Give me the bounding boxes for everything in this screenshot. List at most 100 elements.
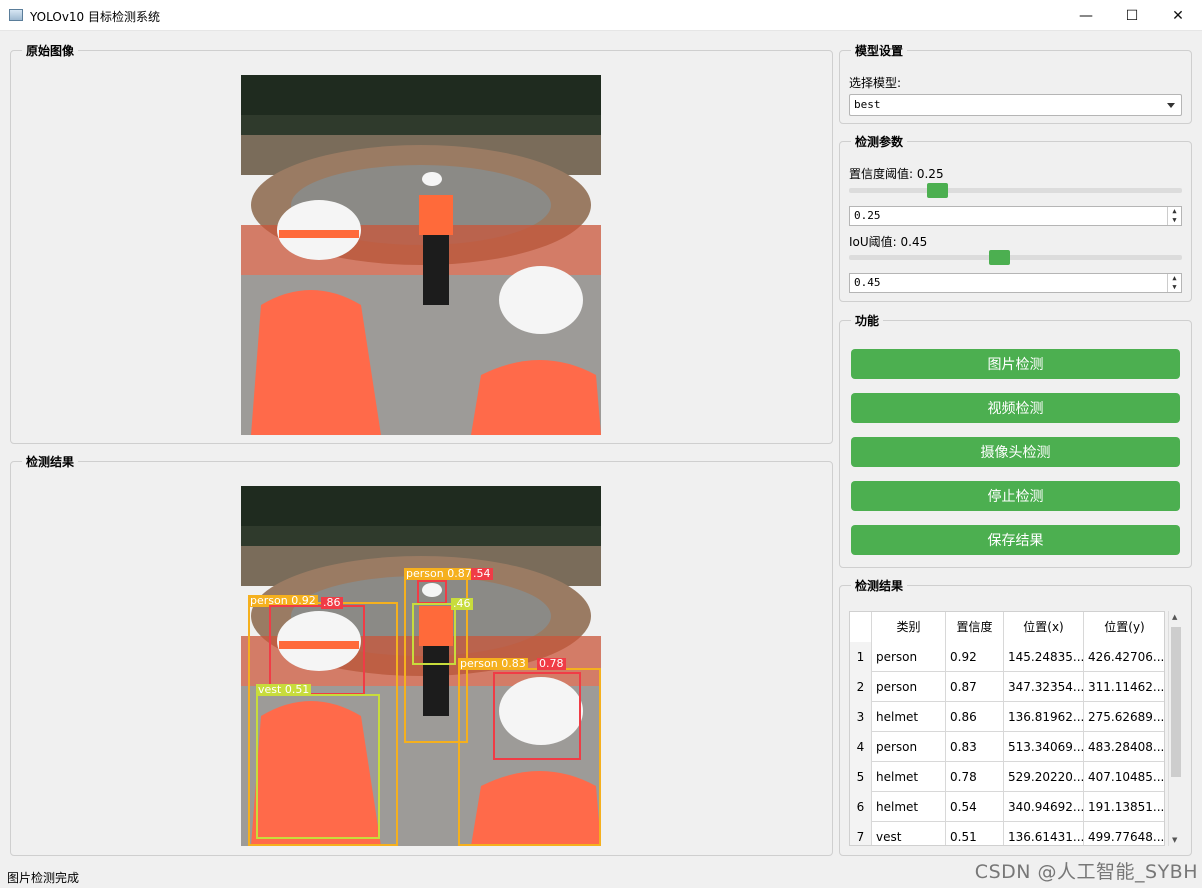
- table-cell[interactable]: 0.51: [946, 822, 1004, 845]
- original-image: [241, 75, 601, 435]
- table-row[interactable]: 3 helmet 0.86 136.81962... 275.62689...: [850, 702, 1164, 732]
- table-cell[interactable]: 513.34069...: [1004, 732, 1084, 762]
- detection-box-helmet-1: [269, 605, 365, 695]
- table-cell[interactable]: 136.81962...: [1004, 702, 1084, 732]
- column-header[interactable]: 位置(y): [1084, 612, 1164, 642]
- detection-label: .46: [451, 597, 473, 610]
- image-detect-button[interactable]: 图片检测: [851, 349, 1180, 379]
- maximize-button[interactable]: ☐: [1109, 0, 1155, 31]
- table-cell[interactable]: 311.11462...: [1084, 672, 1164, 702]
- status-text: 图片检测完成: [7, 871, 80, 885]
- row-index[interactable]: 3: [850, 702, 872, 732]
- table-cell[interactable]: 407.10485...: [1084, 762, 1164, 792]
- model-settings-title: 模型设置: [851, 42, 908, 59]
- app-icon: [9, 9, 23, 21]
- detection-label: person 0.87: [404, 567, 474, 580]
- conf-threshold-label: 置信度阈值: 0.25: [849, 167, 944, 181]
- slider-handle[interactable]: [989, 250, 1010, 265]
- iou-spin-value: 0.45: [854, 276, 881, 289]
- column-header[interactable]: 类别: [872, 612, 946, 642]
- detection-box-vest-1: [412, 603, 456, 665]
- table-cell[interactable]: 191.13851...: [1084, 792, 1164, 822]
- result-image-title: 检测结果: [22, 453, 79, 470]
- table-row[interactable]: 7 vest 0.51 136.61431... 499.77648...: [850, 822, 1164, 845]
- detection-label: .54: [471, 567, 493, 580]
- original-photo: [241, 75, 601, 435]
- results-table-title: 检测结果: [851, 577, 908, 594]
- window-title: YOLOv10 目标检测系统: [30, 10, 161, 24]
- table-cell[interactable]: 136.61431...: [1004, 822, 1084, 845]
- spin-arrows-icon[interactable]: ▲ ▼: [1167, 274, 1181, 292]
- table-cell[interactable]: 347.32354...: [1004, 672, 1084, 702]
- table-scrollbar[interactable]: ▲ ▼: [1168, 611, 1182, 846]
- table-cell[interactable]: person: [872, 732, 946, 762]
- result-image: person 0.92 .86 person 0.87 .54 .46 pers…: [241, 486, 601, 846]
- detection-box-helmet-3: [493, 672, 581, 760]
- model-select[interactable]: best: [849, 94, 1182, 116]
- results-table[interactable]: 类别 置信度 位置(x) 位置(y) 1 person 0.92 145.24835.…: [849, 611, 1165, 846]
- watermark: CSDN @人工智能_SYBH: [974, 861, 1198, 883]
- table-cell[interactable]: 275.62689...: [1084, 702, 1164, 732]
- row-index[interactable]: 5: [850, 762, 872, 792]
- slider-groove: [849, 255, 1182, 260]
- slider-handle[interactable]: [927, 183, 948, 198]
- detection-label: vest 0.51: [256, 683, 312, 696]
- table-header: 类别 置信度 位置(x) 位置(y): [850, 612, 1164, 642]
- detection-box-helmet-2: [417, 580, 447, 604]
- model-select-value: best: [854, 98, 881, 111]
- table-cell[interactable]: 426.42706...: [1084, 642, 1164, 672]
- title-bar: YOLOv10 目标检测系统 — ☐ ✕: [0, 0, 1202, 31]
- minimize-button[interactable]: —: [1063, 0, 1109, 31]
- save-result-button[interactable]: 保存结果: [851, 525, 1180, 555]
- column-header[interactable]: 置信度: [946, 612, 1004, 642]
- table-cell[interactable]: vest: [872, 822, 946, 845]
- column-header[interactable]: 位置(x): [1004, 612, 1084, 642]
- table-row[interactable]: 1 person 0.92 145.24835... 426.42706...: [850, 642, 1164, 672]
- row-index[interactable]: 1: [850, 642, 872, 672]
- functions-title: 功能: [851, 312, 884, 329]
- table-cell[interactable]: person: [872, 642, 946, 672]
- conf-threshold-slider[interactable]: [849, 181, 1182, 201]
- conf-spin-value: 0.25: [854, 209, 881, 222]
- row-index[interactable]: 7: [850, 822, 872, 845]
- iou-threshold-slider[interactable]: [849, 248, 1182, 268]
- table-cell[interactable]: helmet: [872, 792, 946, 822]
- detection-label: person 0.83: [458, 657, 528, 670]
- camera-detect-button[interactable]: 摄像头检测: [851, 437, 1180, 467]
- table-cell[interactable]: 145.24835...: [1004, 642, 1084, 672]
- table-cell[interactable]: helmet: [872, 762, 946, 792]
- corner-cell[interactable]: [850, 612, 872, 642]
- table-cell[interactable]: 529.20220...: [1004, 762, 1084, 792]
- table-cell[interactable]: person: [872, 672, 946, 702]
- scroll-down-icon[interactable]: ▼: [1172, 836, 1177, 844]
- table-cell[interactable]: 0.92: [946, 642, 1004, 672]
- table-cell[interactable]: 0.87: [946, 672, 1004, 702]
- table-cell[interactable]: 499.77648...: [1084, 822, 1164, 845]
- table-row[interactable]: 2 person 0.87 347.32354... 311.11462...: [850, 672, 1164, 702]
- table-row[interactable]: 6 helmet 0.54 340.94692... 191.13851...: [850, 792, 1164, 822]
- close-button[interactable]: ✕: [1155, 0, 1201, 31]
- spin-arrows-icon[interactable]: ▲ ▼: [1167, 207, 1181, 225]
- row-index[interactable]: 2: [850, 672, 872, 702]
- table-cell[interactable]: 0.54: [946, 792, 1004, 822]
- scrollbar-thumb[interactable]: [1171, 627, 1181, 777]
- row-index[interactable]: 6: [850, 792, 872, 822]
- table-row[interactable]: 4 person 0.83 513.34069... 483.28408...: [850, 732, 1164, 762]
- chevron-down-icon: [1167, 103, 1175, 108]
- table-cell[interactable]: 0.78: [946, 762, 1004, 792]
- table-cell[interactable]: 340.94692...: [1004, 792, 1084, 822]
- detection-box-vest-2: [256, 694, 380, 839]
- iou-threshold-spinbox[interactable]: 0.45 ▲ ▼: [849, 273, 1182, 293]
- video-detect-button[interactable]: 视频检测: [851, 393, 1180, 423]
- slider-groove: [849, 188, 1182, 193]
- table-cell[interactable]: helmet: [872, 702, 946, 732]
- table-row[interactable]: 5 helmet 0.78 529.20220... 407.10485...: [850, 762, 1164, 792]
- table-cell[interactable]: 0.86: [946, 702, 1004, 732]
- stop-detect-button[interactable]: 停止检测: [851, 481, 1180, 511]
- scroll-up-icon[interactable]: ▲: [1172, 613, 1177, 621]
- row-index[interactable]: 4: [850, 732, 872, 762]
- table-cell[interactable]: 0.83: [946, 732, 1004, 762]
- table-cell[interactable]: 483.28408...: [1084, 732, 1164, 762]
- conf-threshold-spinbox[interactable]: 0.25 ▲ ▼: [849, 206, 1182, 226]
- detection-label: 0.78: [537, 657, 566, 670]
